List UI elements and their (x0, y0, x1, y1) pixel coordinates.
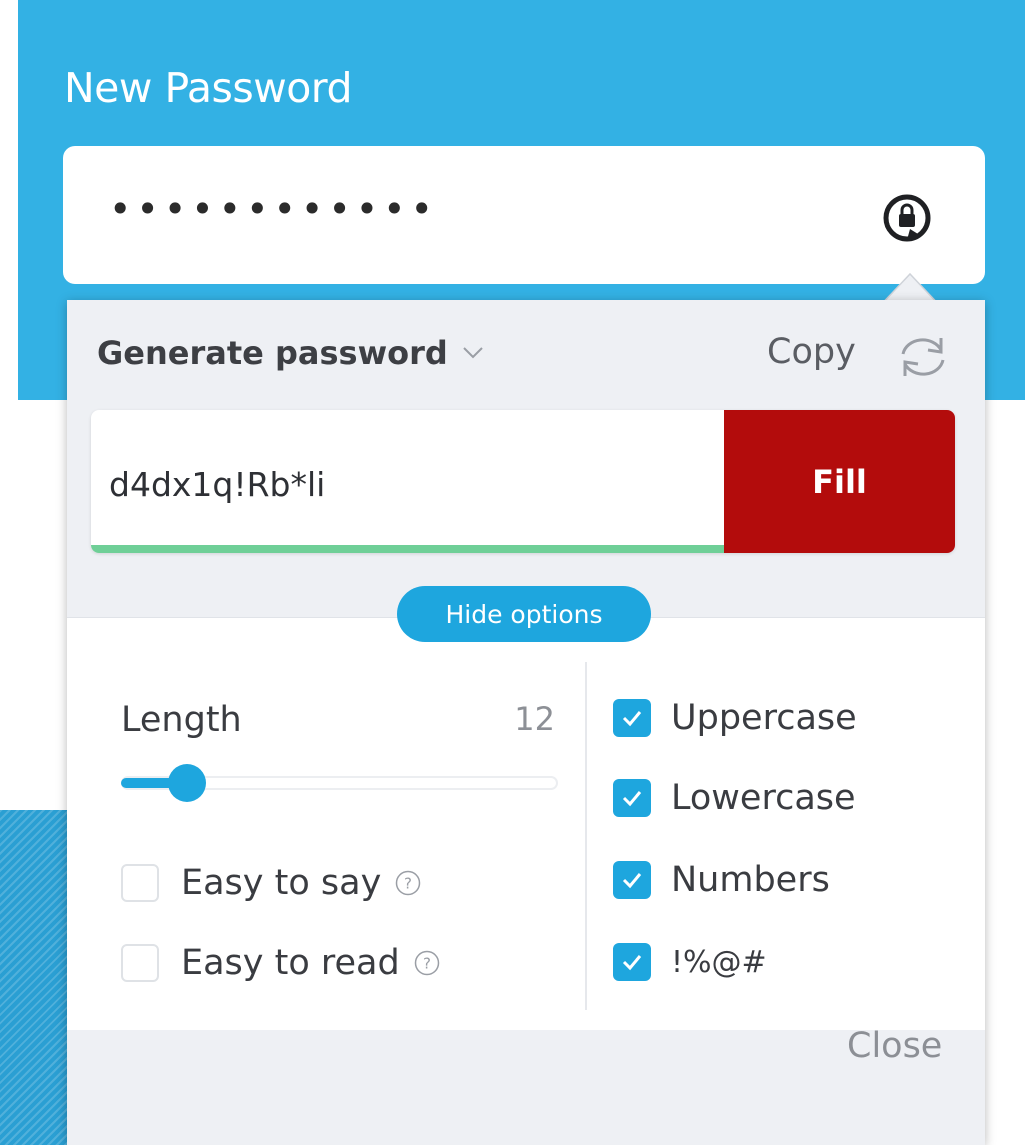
generated-password-field[interactable]: d4dx1q!Rb*li Fill (91, 410, 955, 553)
easy-to-read-label: Easy to read (181, 943, 400, 983)
symbols-label: !%@# (671, 944, 767, 980)
new-password-field[interactable]: •••••••••••• (63, 146, 985, 284)
easy-to-read-checkbox[interactable] (121, 944, 159, 982)
checkmark-icon (622, 791, 642, 807)
password-masked-value: •••••••••••• (109, 187, 438, 231)
uppercase-checkbox[interactable] (613, 699, 651, 737)
svg-text:?: ? (404, 875, 412, 893)
numbers-option[interactable]: Numbers (613, 860, 830, 900)
numbers-label: Numbers (671, 860, 830, 900)
refresh-icon[interactable] (893, 332, 953, 382)
symbols-checkbox[interactable] (613, 943, 651, 981)
symbols-option[interactable]: !%@# (613, 943, 767, 981)
password-generator-icon[interactable] (878, 189, 936, 247)
password-strength-bar (91, 545, 724, 553)
length-value: 12 (514, 700, 555, 738)
help-icon[interactable]: ? (414, 950, 440, 976)
help-icon[interactable]: ? (395, 870, 421, 896)
svg-text:?: ? (423, 955, 431, 973)
checkmark-icon (622, 955, 642, 971)
length-slider-thumb[interactable] (167, 764, 206, 802)
chevron-down-icon (463, 347, 483, 359)
length-label: Length (121, 700, 242, 740)
uppercase-label: Uppercase (671, 698, 857, 738)
app-stage: New Password •••••••••••• Generate passw… (0, 0, 1025, 1145)
close-button[interactable]: Close (847, 1026, 942, 1066)
background-pattern (0, 810, 70, 1145)
lowercase-option[interactable]: Lowercase (613, 778, 856, 818)
checkmark-icon (622, 711, 642, 727)
generate-password-dropdown[interactable]: Generate password (97, 334, 484, 372)
easy-to-read-option[interactable]: Easy to read ? (121, 943, 440, 983)
lowercase-checkbox[interactable] (613, 779, 651, 817)
password-generator-popup: Generate password Copy d4dx1q!Rb*li Fill… (67, 300, 985, 1145)
uppercase-option[interactable]: Uppercase (613, 698, 857, 738)
easy-to-say-checkbox[interactable] (121, 864, 159, 902)
options-divider (585, 662, 587, 1010)
generate-password-label: Generate password (97, 334, 448, 372)
checkmark-icon (622, 873, 642, 889)
copy-button[interactable]: Copy (767, 332, 856, 372)
lowercase-label: Lowercase (671, 778, 856, 818)
fill-button[interactable]: Fill (724, 410, 955, 553)
page-title: New Password (64, 64, 352, 112)
numbers-checkbox[interactable] (613, 861, 651, 899)
easy-to-say-option[interactable]: Easy to say ? (121, 863, 421, 903)
hide-options-button[interactable]: Hide options (397, 586, 651, 642)
generated-password-value[interactable]: d4dx1q!Rb*li (109, 465, 325, 504)
easy-to-say-label: Easy to say (181, 863, 382, 903)
